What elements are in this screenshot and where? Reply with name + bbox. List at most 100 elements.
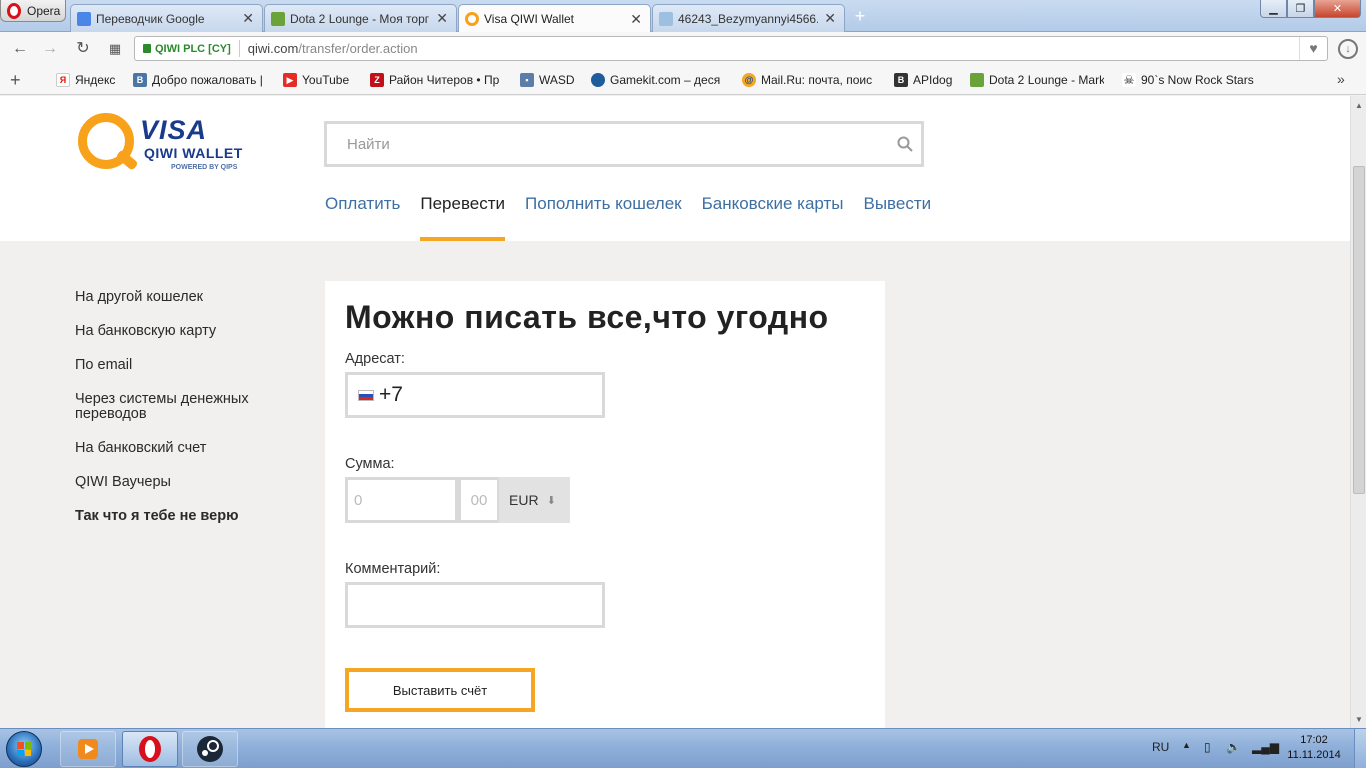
- close-tab-icon[interactable]: ✕: [824, 10, 836, 27]
- chevron-right-icon[interactable]: »: [1337, 71, 1345, 87]
- sidebar-item-vouchers[interactable]: QIWI Ваучеры: [75, 475, 295, 490]
- taskbar-media-player[interactable]: [60, 731, 116, 767]
- close-tab-icon[interactable]: ✕: [436, 10, 448, 27]
- back-arrow-icon[interactable]: ←: [10, 39, 30, 59]
- tab-visa-qiwi[interactable]: Visa QIWI Wallet ✕: [458, 4, 651, 33]
- bookmark-vk[interactable]: B Добро пожаловать |: [133, 73, 263, 87]
- tray-expand-icon[interactable]: ▲: [1182, 740, 1191, 750]
- comment-label: Комментарий:: [345, 561, 441, 577]
- url-host: qiwi.com: [247, 41, 299, 56]
- bookmark-mailru[interactable]: @ Mail.Ru: почта, поис: [742, 73, 878, 87]
- download-icon[interactable]: ↓: [1338, 39, 1358, 59]
- comment-input[interactable]: [345, 582, 605, 628]
- bookmark-label: Район Читеров • Пр: [389, 73, 500, 87]
- yandex-icon: Я: [56, 73, 70, 87]
- youtube-icon: ▶: [283, 73, 297, 87]
- bookmark-label: Яндекс: [75, 73, 116, 87]
- forward-arrow-icon[interactable]: →: [40, 39, 60, 59]
- google-translate-icon: [77, 11, 91, 26]
- url-field[interactable]: QIWI PLC [CY] qiwi.com/transfer/order.ac…: [134, 36, 1328, 61]
- speed-dial-grid-icon[interactable]: ▦: [105, 39, 125, 59]
- bookmark-label: WASD: [539, 73, 575, 87]
- language-indicator[interactable]: RU: [1152, 740, 1169, 754]
- bookmark-gamekit[interactable]: Gamekit.com – деся: [591, 73, 724, 87]
- reload-icon[interactable]: ↻: [73, 39, 93, 59]
- tab-dota-lounge[interactable]: Dota 2 Lounge - Моя торг ✕: [264, 4, 457, 32]
- network-icon[interactable]: ▂▄▆: [1252, 740, 1279, 754]
- search-icon[interactable]: [897, 136, 913, 152]
- page-scrollbar[interactable]: ▲ ▼: [1350, 96, 1366, 728]
- new-tab-icon[interactable]: +: [851, 7, 869, 26]
- bookmark-cheaters[interactable]: Z Район Читеров • Пр: [370, 73, 503, 87]
- invoice-form: Можно писать все,что угодно Адресат: +7 …: [325, 281, 885, 731]
- bookmark-rock-stars[interactable]: ☠ 90`s Now Rock Stars: [1122, 73, 1254, 87]
- zone-icon: Z: [370, 73, 384, 87]
- url-text[interactable]: qiwi.com/transfer/order.action: [240, 41, 418, 56]
- taskbar-steam[interactable]: [182, 731, 238, 767]
- bookmark-label: YouTube: [302, 73, 350, 87]
- secure-site-badge[interactable]: QIWI PLC [CY]: [135, 40, 240, 57]
- search-input[interactable]: [327, 124, 867, 164]
- show-desktop-button[interactable]: [1354, 729, 1366, 768]
- sidebar-item-wallet[interactable]: На другой кошелек: [75, 290, 295, 305]
- usb-icon[interactable]: ▯: [1204, 740, 1211, 754]
- heart-icon[interactable]: ♥: [1299, 37, 1327, 60]
- volume-icon[interactable]: 🔈: [1226, 740, 1241, 754]
- close-tab-icon[interactable]: ✕: [630, 11, 642, 28]
- skull-icon: ☠: [1122, 73, 1136, 87]
- sidebar-item-money-transfer[interactable]: Через системы денежных переводов: [75, 392, 275, 422]
- wasd-icon: ▪: [520, 73, 534, 87]
- bookmark-label: APIdog: [913, 73, 953, 87]
- arrow-down-icon: ⬇: [546, 494, 556, 507]
- scroll-down-icon[interactable]: ▼: [1351, 712, 1366, 728]
- amount-decimal-input[interactable]: 00: [458, 477, 500, 523]
- currency-select[interactable]: EUR ⬇: [499, 477, 570, 523]
- scroll-up-icon[interactable]: ▲: [1351, 98, 1366, 114]
- nav-pay[interactable]: Оплатить: [325, 194, 400, 241]
- bookmark-label: Dota 2 Lounge - Mark: [989, 73, 1104, 87]
- scroll-thumb[interactable]: [1353, 166, 1365, 494]
- sidebar-item-email[interactable]: По email: [75, 358, 295, 373]
- issue-invoice-button[interactable]: Выставить счёт: [345, 668, 535, 712]
- close-window-button[interactable]: ✕: [1314, 0, 1361, 18]
- qiwi-icon: [465, 12, 479, 26]
- sidebar-item-bank-card[interactable]: На банковскую карту: [75, 324, 295, 339]
- tab-image[interactable]: 46243_Bezymyannyi4566.p ✕: [652, 4, 845, 32]
- recipient-phone-field[interactable]: +7: [345, 372, 605, 418]
- url-path: /transfer/order.action: [298, 41, 418, 56]
- clock-time: 17:02: [1300, 734, 1328, 746]
- nav-topup[interactable]: Пополнить кошелек: [525, 194, 682, 241]
- taskbar-opera[interactable]: [122, 731, 178, 767]
- bookmark-youtube[interactable]: ▶ YouTube: [283, 73, 355, 87]
- sidebar-item-bank-account[interactable]: На банковский счет: [75, 441, 295, 456]
- tab-google-translate[interactable]: Переводчик Google ✕: [70, 4, 263, 32]
- vk-icon: B: [133, 73, 147, 87]
- opera-menu-button[interactable]: Opera: [0, 0, 66, 22]
- bookmark-apidog[interactable]: B APIdog: [894, 73, 956, 87]
- add-bookmark-icon[interactable]: +: [10, 70, 21, 91]
- minimize-button[interactable]: ▁: [1260, 0, 1287, 18]
- close-tab-icon[interactable]: ✕: [242, 10, 254, 27]
- dota-icon: [970, 73, 984, 87]
- secure-site-label: QIWI PLC [CY]: [155, 42, 231, 55]
- maximize-button[interactable]: ❐: [1287, 0, 1314, 18]
- start-button[interactable]: [6, 731, 42, 767]
- nav-transfer[interactable]: Перевести: [420, 194, 505, 241]
- bookmark-dota-lounge[interactable]: Dota 2 Lounge - Mark: [970, 73, 1104, 87]
- transfer-sidebar: На другой кошелек На банковскую карту По…: [75, 290, 295, 543]
- nav-withdraw[interactable]: Вывести: [863, 194, 931, 241]
- bookmark-yandex[interactable]: Я Яндекс: [56, 73, 122, 87]
- windows-taskbar: RU ▲ ▯ 🔈 ▂▄▆ 17:02 11.11.2014: [0, 728, 1366, 768]
- sidebar-item-active[interactable]: Так что я тебе не верю: [75, 509, 295, 524]
- amount-integer-input[interactable]: 0: [345, 477, 458, 523]
- system-clock[interactable]: 17:02 11.11.2014: [1286, 733, 1342, 763]
- russia-flag-icon[interactable]: [358, 389, 374, 401]
- nav-bank-cards[interactable]: Банковские карты: [702, 194, 844, 241]
- recipient-label: Адресат:: [345, 351, 405, 367]
- dota-lounge-icon: [271, 11, 285, 26]
- browser-tab-bar: Opera Переводчик Google ✕ Dota 2 Lounge …: [0, 0, 1366, 33]
- visa-qiwi-logo[interactable]: VISA QIWI WALLET POWERED BY QIPS: [78, 111, 253, 177]
- clock-date: 11.11.2014: [1287, 749, 1341, 761]
- steam-icon: [197, 736, 223, 762]
- bookmark-wasd[interactable]: ▪ WASD: [520, 73, 578, 87]
